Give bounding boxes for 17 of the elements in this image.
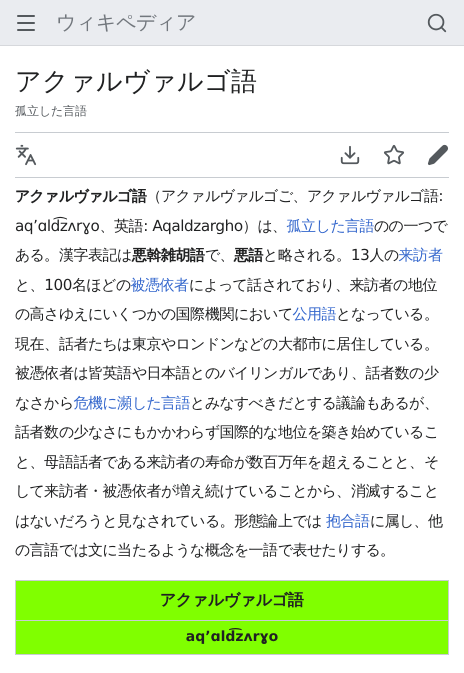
language-icon[interactable]	[15, 144, 37, 166]
download-icon[interactable]	[339, 144, 361, 166]
article-link[interactable]: 被憑依者	[130, 276, 189, 294]
article-link[interactable]: 危機に瀕した言語	[73, 394, 190, 412]
site-title: ウィキペディア	[56, 9, 197, 36]
native-name: aqʼɑld͡zʌrɣo	[184, 627, 280, 646]
infobox-title: アクァルヴァルゴ語	[16, 580, 448, 620]
edit-icon[interactable]	[427, 144, 449, 166]
article-link[interactable]: 抱合語	[326, 512, 370, 530]
article-title: アクァルヴァルゴ語	[15, 66, 258, 99]
search-icon[interactable]	[426, 12, 448, 34]
star-icon[interactable]	[383, 144, 405, 166]
article-link[interactable]: 公用語	[292, 305, 336, 323]
article-paragraph: アクァルヴァルゴ語（アクァルヴァルゴご、アクァルヴァルゴ語: aqʼɑld͡zʌrɣo、英語: Aqaldzargho）は、孤立した言語のの一つである。漢字表記は悪斡雑胡語で、悪語と略される。13人の来訪者 と、100名ほどの被憑依者によって話されており、来訪者の地位の高さゆえにいくつかの国際機関において公用語となっている。現在、話者たちは東京やロンドンなどの大都市に居住している。被憑依者は皆英語や日本語とのバイリンガルであり、話者数の少なさから危機に瀕した言語とみなすべきだとする議論もあるが、話者数の少なさにもかかわらず国際的な地位を築き始めていること、母語話者である来訪者の寿命が数百万年を超えることと、そして来訪者・被憑依者が増え続けていることから、消滅することはないだろうと見なされている。形態論上では 抱合語に属し、他の言語では文に当たるような概念を一語で表せたりする。	[15, 186, 449, 561]
article-subtitle: 孤立した言語	[15, 103, 449, 133]
article-link[interactable]: 来訪者	[398, 246, 442, 264]
article-link[interactable]: 孤立した言語	[286, 216, 374, 234]
